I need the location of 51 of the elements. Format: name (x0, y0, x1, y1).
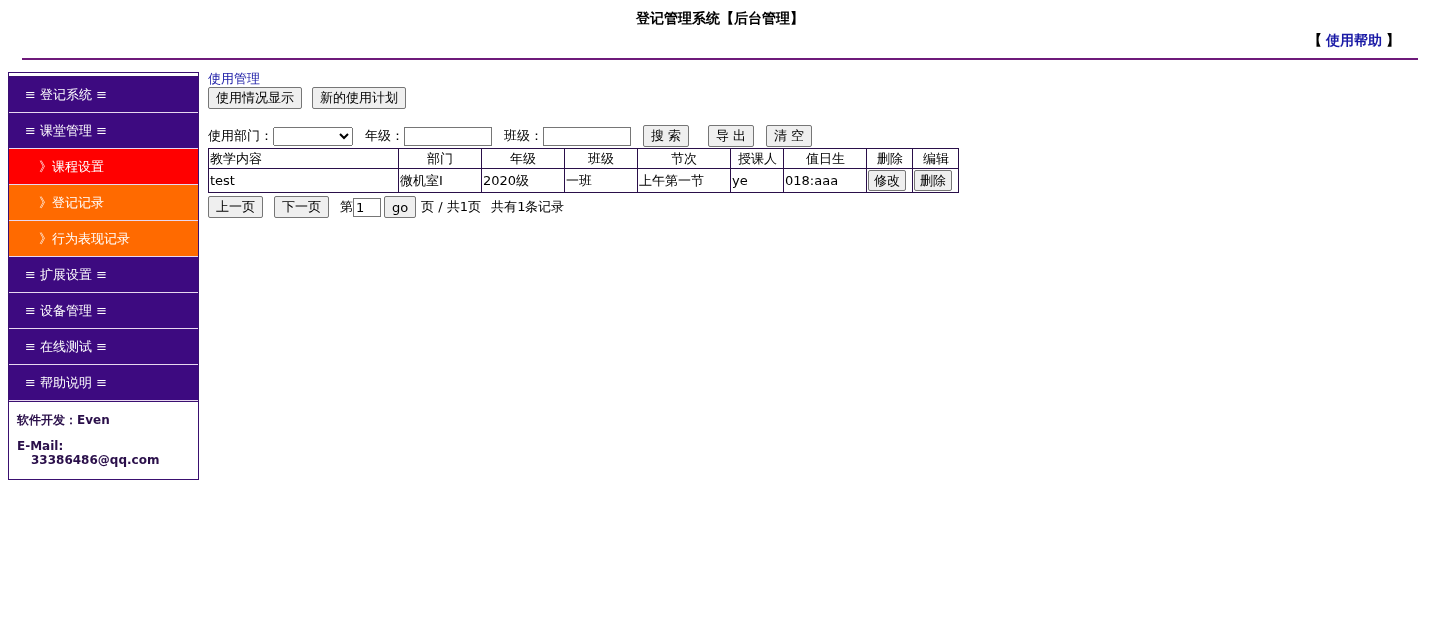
menu-item[interactable]: 》课程设置 (9, 149, 198, 185)
column-header: 删除 (866, 148, 913, 169)
action-button[interactable]: 使用情况显示 (208, 87, 302, 109)
class-label: 班级： (504, 127, 543, 145)
developer-text: 软件开发：Even (17, 412, 111, 429)
row-action-button[interactable]: 修改 (868, 170, 906, 191)
column-header: 编辑 (912, 148, 959, 169)
menu-section[interactable]: ≡ 课堂管理 ≡ (9, 113, 198, 149)
column-header: 教学内容 (208, 148, 399, 169)
clear-button[interactable]: 清 空 (766, 125, 813, 147)
table-cell: 微机室I (398, 168, 482, 193)
page-count-text: 页 / 共1页 (421, 198, 482, 216)
table-cell: 一班 (564, 168, 638, 193)
page-field[interactable]: 1 (353, 197, 381, 217)
bracket-text: 【 (1308, 32, 1322, 50)
help-link[interactable]: 使用帮助 (1326, 32, 1382, 50)
prev-page-button[interactable]: 上一页 (208, 196, 263, 218)
search-button[interactable]: 搜 索 (643, 125, 690, 147)
go-button[interactable]: go (384, 196, 417, 218)
email-text: 33386486@qq.com (31, 453, 161, 467)
page-title: 登记管理系统【后台管理】 (635, 9, 805, 28)
bracket-text: 】 (1386, 32, 1400, 50)
table-cell: 2020级 (481, 168, 565, 193)
department-select[interactable] (273, 126, 353, 146)
column-header: 部门 (398, 148, 482, 169)
class-field[interactable] (543, 126, 631, 146)
next-page-button[interactable]: 下一页 (274, 196, 329, 218)
table-cell: test (208, 168, 399, 193)
table-cell: 上午第一节 (637, 168, 731, 193)
column-header: 授课人 (730, 148, 784, 169)
email-label: E-Mail: (17, 439, 65, 453)
grade-field[interactable] (404, 126, 492, 146)
table-cell: 018:aaa (783, 168, 867, 193)
breadcrumb-text: 使用管理 (208, 72, 261, 86)
column-header: 节次 (637, 148, 731, 169)
column-header: 年级 (481, 148, 565, 169)
action-button[interactable]: 新的使用计划 (312, 87, 406, 109)
menu-section[interactable]: ≡ 帮助说明 ≡ (9, 365, 198, 401)
menu-section[interactable]: ≡ 扩展设置 ≡ (9, 257, 198, 293)
page-prefix-text: 第 (340, 198, 353, 216)
table-cell: ye (730, 168, 784, 193)
department-label: 使用部门： (208, 127, 273, 145)
column-header: 值日生 (783, 148, 867, 169)
menu-section[interactable]: ≡ 登记系统 ≡ (9, 77, 198, 113)
column-header: 班级 (564, 148, 638, 169)
menu-section[interactable]: ≡ 设备管理 ≡ (9, 293, 198, 329)
record-count-text: 共有1条记录 (491, 198, 565, 216)
row-action-button[interactable]: 删除 (914, 170, 952, 191)
export-button[interactable]: 导 出 (708, 125, 755, 147)
menu-section[interactable]: ≡ 在线测试 ≡ (9, 329, 198, 365)
grade-label: 年级： (365, 127, 404, 145)
